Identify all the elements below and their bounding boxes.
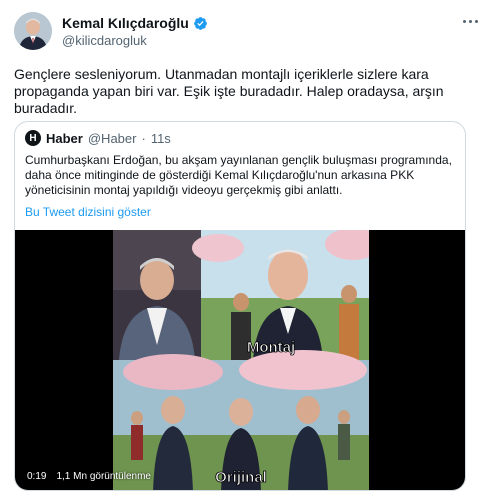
quoted-tweet-text: Cumhurbaşkanı Erdoğan, bu akşam yayınlan… bbox=[25, 153, 452, 197]
author-name[interactable]: Kemal Kılıçdaroğlu bbox=[62, 15, 189, 31]
author-name-row[interactable]: Kemal Kılıçdaroğlu bbox=[62, 15, 208, 31]
quoted-tweet-header: H Haber @Haber · 11s bbox=[25, 130, 171, 146]
quoted-timestamp: 11s bbox=[150, 130, 171, 146]
video-view-count: 1,1 Mn görüntülenme bbox=[56, 471, 151, 482]
video-duration: 0:19 bbox=[23, 469, 51, 484]
author-avatar-image bbox=[14, 12, 52, 50]
author-avatar[interactable] bbox=[14, 12, 52, 50]
quoted-avatar-icon: H bbox=[25, 130, 41, 146]
more-options-icon[interactable] bbox=[458, 12, 482, 30]
caption-orijinal: Orijinal bbox=[215, 469, 267, 486]
video-info-overlay: 0:19 1,1 Mn görüntülenme bbox=[23, 469, 151, 484]
quoted-tweet-card[interactable]: H Haber @Haber · 11s Cumhurbaşkanı Erdoğ… bbox=[14, 121, 466, 491]
video-player[interactable]: Montaj Orijinal 0:19 1,1 Mn görüntülenme bbox=[15, 230, 465, 490]
quoted-separator: · bbox=[141, 130, 146, 146]
quoted-author-name: Haber bbox=[46, 130, 83, 146]
video-thumbnail: Montaj Orijinal bbox=[113, 230, 369, 490]
caption-montaj: Montaj bbox=[247, 339, 295, 356]
verified-badge-icon bbox=[193, 16, 207, 30]
quoted-author-handle: @Haber bbox=[87, 130, 137, 146]
show-thread-link[interactable]: Bu Tweet dizisini göster bbox=[25, 205, 151, 219]
tweet-text: Gençlere sesleniyorum. Utanmadan montajl… bbox=[14, 66, 444, 116]
author-handle[interactable]: @kilicdarogluk bbox=[62, 33, 147, 48]
